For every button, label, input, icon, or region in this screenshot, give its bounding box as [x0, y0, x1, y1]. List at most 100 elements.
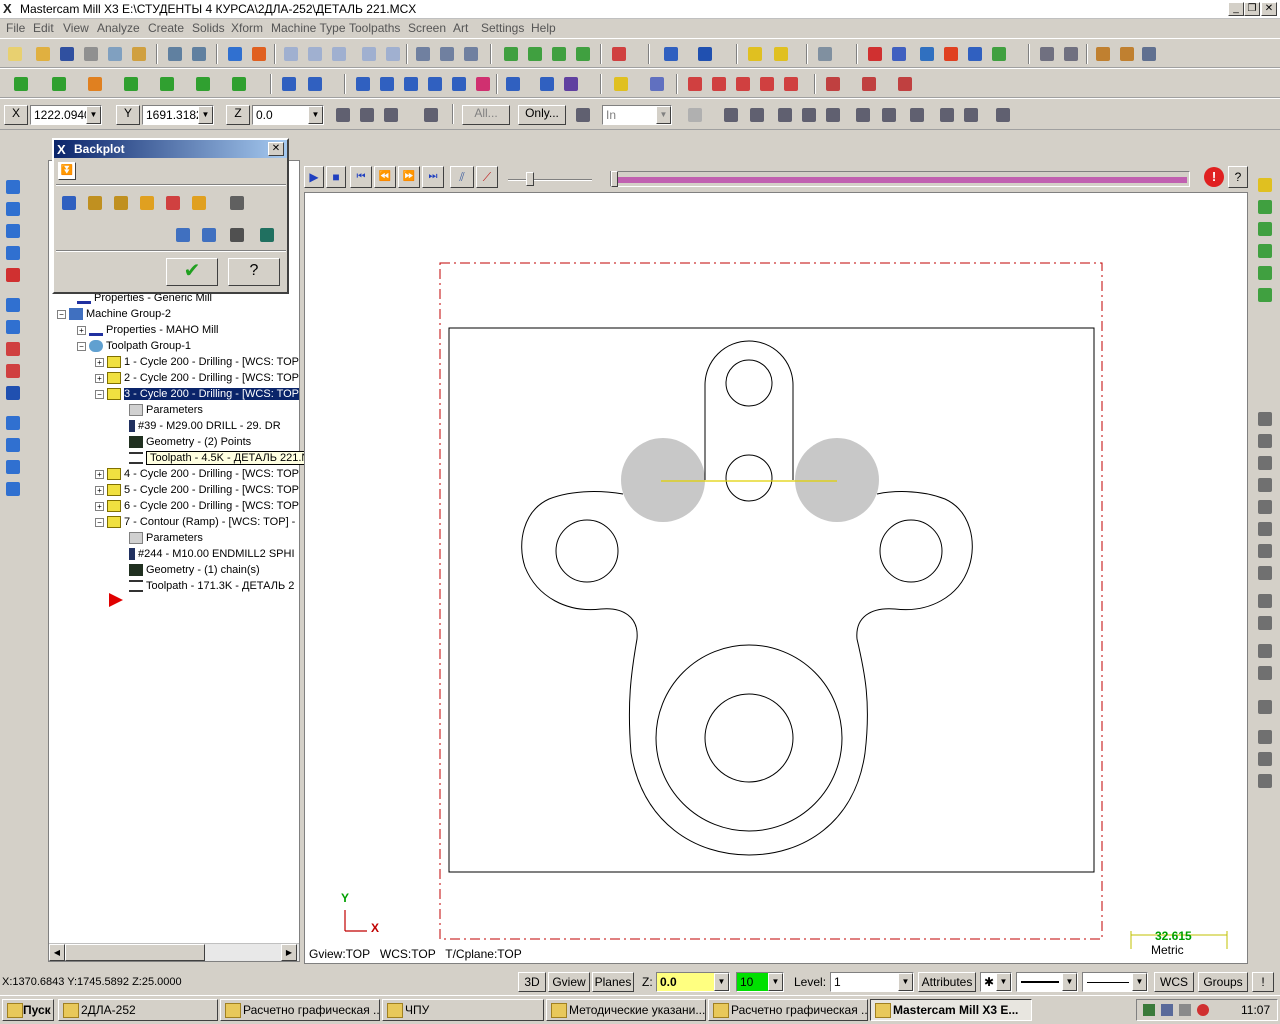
run-mode-icon[interactable]: ⟋	[476, 166, 498, 188]
mru-tool-14-icon[interactable]	[1254, 726, 1276, 748]
chevron-down-icon[interactable]: ▼	[996, 973, 1011, 991]
close-button[interactable]: ✕	[1261, 2, 1277, 16]
menu-edit[interactable]: Edit	[33, 21, 54, 35]
mru-tool-6-icon[interactable]	[1254, 518, 1276, 540]
expand-icon[interactable]: +	[95, 486, 104, 495]
mru-tool-1-icon[interactable]	[1254, 408, 1276, 430]
stop-conflict-icon[interactable]: !	[1204, 167, 1224, 187]
restore-button[interactable]: ❐	[1244, 2, 1260, 16]
tree-horizontal-scrollbar[interactable]: ◀ ▶	[49, 943, 299, 961]
triangle-icon[interactable]	[560, 73, 582, 95]
tool-icon[interactable]	[1092, 43, 1114, 65]
stock-model-icon[interactable]	[894, 73, 916, 95]
wireframe-icon[interactable]	[436, 43, 458, 65]
rotate-icon[interactable]	[400, 73, 422, 95]
move-icon[interactable]	[224, 43, 246, 65]
solid-box-icon[interactable]	[2, 382, 24, 404]
collapse-icon[interactable]: −	[77, 342, 86, 351]
chevron-down-icon[interactable]: ▼	[1132, 973, 1147, 991]
boolean-icon[interactable]	[858, 73, 880, 95]
expand-icon[interactable]: +	[95, 374, 104, 383]
clear-select-icon[interactable]	[936, 104, 958, 126]
chevron-down-icon[interactable]: ▼	[198, 106, 213, 124]
measure-icon[interactable]	[814, 43, 836, 65]
mru-tool-12-icon[interactable]	[1254, 662, 1276, 684]
z-depth-field[interactable]: 0.0 ▼	[656, 972, 730, 992]
history-icon[interactable]	[2, 478, 24, 500]
units-select[interactable]: In ▼	[602, 105, 672, 125]
progress-slider-thumb[interactable]	[611, 171, 618, 187]
help-button[interactable]: ?	[228, 258, 280, 286]
window-select-icon[interactable]	[684, 104, 706, 126]
x-label[interactable]: X	[4, 105, 28, 125]
new-file-icon[interactable]	[4, 43, 26, 65]
face-select-icon[interactable]	[774, 104, 796, 126]
groups-button[interactable]: Groups	[1198, 972, 1248, 992]
menu-xform[interactable]: Xform	[231, 21, 263, 35]
tray-app-icon[interactable]	[1143, 1004, 1155, 1016]
feature-icon[interactable]	[2, 456, 24, 478]
line-width-select[interactable]: ▼	[1082, 972, 1148, 992]
tree-item-tool[interactable]: #39 - M29.00 DRILL - 29. DR	[129, 418, 281, 434]
tree-item-properties-maho[interactable]: + Properties - MAHO Mill	[77, 322, 218, 338]
point-icon[interactable]	[10, 73, 32, 95]
trim-icon[interactable]	[278, 73, 300, 95]
tree-item-machine-group[interactable]: − Machine Group-2	[57, 306, 171, 322]
task-guide[interactable]: Методические указани...	[546, 999, 706, 1021]
view-top-icon[interactable]	[500, 43, 522, 65]
level-field[interactable]: 1 ▼	[830, 972, 914, 992]
chevron-down-icon[interactable]: ▼	[898, 973, 913, 991]
levels-icon[interactable]	[888, 43, 910, 65]
cut-icon[interactable]	[128, 43, 150, 65]
project-icon[interactable]	[472, 73, 494, 95]
selection-mode-icon[interactable]	[572, 104, 594, 126]
layout-icon[interactable]	[2, 412, 24, 434]
tray-volume-icon[interactable]	[1179, 1004, 1191, 1016]
view-front-icon[interactable]	[524, 43, 546, 65]
display-path-icon[interactable]	[58, 192, 80, 214]
offset-icon[interactable]	[448, 73, 470, 95]
task-rgr-2[interactable]: Расчетно графическая ...	[708, 999, 868, 1021]
trace-mode-icon[interactable]: ⫽	[450, 166, 474, 188]
scale-icon[interactable]	[424, 73, 446, 95]
chamfer-icon[interactable]	[156, 73, 178, 95]
redo-icon[interactable]	[188, 43, 210, 65]
tree-item-op-3[interactable]: −3 - Cycle 200 - Drilling - [WCS: TOP	[95, 386, 300, 402]
point-style-select[interactable]: ✱ ▼	[980, 972, 1012, 992]
attributes-button[interactable]: Attributes	[918, 972, 976, 992]
fillet-solid-icon[interactable]	[2, 264, 24, 286]
sigma-icon[interactable]	[964, 43, 986, 65]
gview-button[interactable]: Gview	[548, 972, 590, 992]
menu-analyze[interactable]: Analyze	[97, 21, 140, 35]
task-folder-2dla[interactable]: 2ДЛА-252	[58, 999, 218, 1021]
dimension-icon[interactable]	[646, 73, 668, 95]
chevron-down-icon[interactable]: ▼	[308, 106, 323, 124]
tree-item-op-7[interactable]: −7 - Contour (Ramp) - [WCS: TOP] -	[95, 514, 295, 530]
expand-icon[interactable]: +	[95, 470, 104, 479]
menu-help[interactable]: Help	[531, 21, 556, 35]
z-coordinate-field[interactable]: 0.0 ▼	[252, 105, 324, 125]
collapse-icon[interactable]: −	[57, 310, 66, 319]
menu-machine-type[interactable]: Machine Type	[271, 21, 346, 35]
menu-file[interactable]: File	[6, 21, 25, 35]
menu-solids[interactable]: Solids	[192, 21, 225, 35]
blank-icon[interactable]	[780, 73, 802, 95]
table-icon[interactable]	[708, 73, 730, 95]
expand-double-chevron-icon[interactable]: ⏬	[58, 162, 76, 180]
scroll-right-icon[interactable]: ▶	[281, 944, 297, 961]
speed-slider[interactable]	[508, 170, 592, 186]
display-rapid-icon[interactable]	[136, 192, 158, 214]
expand-icon[interactable]: +	[95, 358, 104, 367]
chevron-down-icon[interactable]: ▼	[768, 973, 783, 991]
print-icon[interactable]	[80, 43, 102, 65]
draft-icon[interactable]	[2, 360, 24, 382]
task-mastercam[interactable]: Mastercam Mill X3 E...	[870, 999, 1032, 1021]
tree-item-op-4[interactable]: +4 - Cycle 200 - Drilling - [WCS: TOP	[95, 466, 299, 482]
mru-tool-2-icon[interactable]	[1254, 430, 1276, 452]
chevron-down-icon[interactable]: ▼	[1062, 973, 1077, 991]
collapse-icon[interactable]: −	[95, 390, 104, 399]
task-rgr-1[interactable]: Расчетно графическая ...	[220, 999, 380, 1021]
mru-open-icon[interactable]	[1254, 174, 1276, 196]
surface-icon[interactable]	[732, 73, 754, 95]
autocursor-icon[interactable]	[356, 104, 378, 126]
